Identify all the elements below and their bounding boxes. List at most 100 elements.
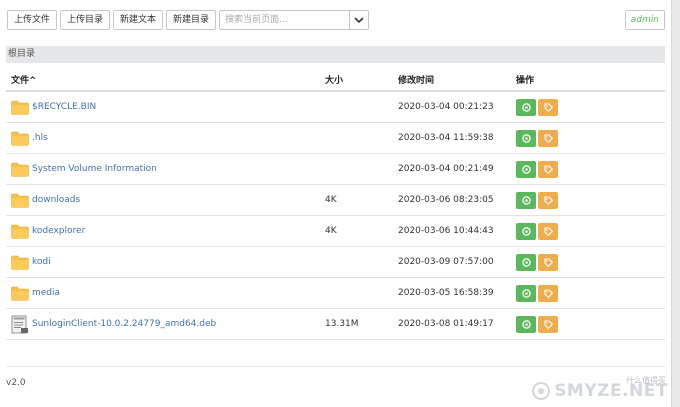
watermark-text: SMYZE.NET [554, 381, 668, 401]
open-button[interactable] [516, 253, 536, 271]
search-input[interactable] [219, 10, 350, 30]
table-row[interactable]: SunloginClient-10.0.2.24779_amd64.deb 13.… [6, 308, 665, 340]
new-dir-button[interactable]: 新建目录 [166, 10, 217, 30]
cell-mtime: 2020-03-09 07:57:00 [393, 246, 511, 278]
open-icon [521, 133, 531, 143]
file-link[interactable]: SunloginClient-10.0.2.24779_amd64.deb [32, 319, 216, 329]
open-button[interactable] [516, 284, 536, 302]
search-dropdown-button[interactable] [349, 10, 370, 30]
rename-button[interactable] [538, 253, 558, 271]
folder-icon [11, 162, 29, 177]
file-link[interactable]: kodi [32, 257, 51, 267]
table-row[interactable]: kodexplorer 4K 2020-03-06 10:44:43 [6, 215, 665, 247]
table-header-row: 文件^ 大小 修改时间 操作 [6, 68, 665, 92]
toolbar: 上传文件 上传目录 新建文本 新建目录 [7, 10, 370, 30]
cell-actions [511, 184, 665, 216]
tag-icon [543, 257, 553, 267]
cell-size: 4K [320, 184, 393, 216]
cell-actions [511, 153, 665, 185]
cell-actions [511, 246, 665, 278]
folder-icon [11, 131, 29, 146]
upload-dir-button[interactable]: 上传目录 [60, 10, 111, 30]
cell-mtime: 2020-03-06 10:44:43 [393, 215, 511, 247]
rename-button[interactable] [538, 191, 558, 209]
file-link[interactable]: downloads [32, 195, 80, 205]
file-link[interactable]: $RECYCLE.BIN [32, 102, 96, 112]
open-button[interactable] [516, 191, 536, 209]
search-group [219, 10, 370, 30]
folder-icon [11, 193, 29, 208]
table-row[interactable]: $RECYCLE.BIN 2020-03-04 00:21:23 [6, 91, 665, 123]
table-row[interactable]: media 2020-03-05 16:58:39 [6, 277, 665, 309]
footer-divider [6, 366, 665, 367]
chevron-down-icon [354, 16, 364, 23]
file-link[interactable]: kodexplorer [32, 226, 85, 236]
rename-button[interactable] [538, 129, 558, 147]
column-header-size[interactable]: 大小 [320, 68, 393, 92]
open-button[interactable] [516, 160, 536, 178]
cell-name: System Volume Information [6, 153, 320, 185]
column-header-name[interactable]: 文件^ [6, 68, 320, 92]
watermark: SMYZE.NET [532, 381, 668, 401]
open-button[interactable] [516, 129, 536, 147]
cell-size [320, 246, 393, 278]
page-scrollbar[interactable] [671, 0, 680, 407]
watermark-logo-icon [532, 382, 551, 400]
open-icon [521, 319, 531, 329]
folder-icon [11, 286, 29, 301]
file-manager-page: 上传文件 上传目录 新建文本 新建目录 admin 根目录 文件^ 大小 修改时… [0, 0, 680, 407]
cell-mtime: 2020-03-04 11:59:38 [393, 122, 511, 154]
open-button[interactable] [516, 98, 536, 116]
rename-button[interactable] [538, 98, 558, 116]
cell-size: 4K [320, 215, 393, 247]
file-link[interactable]: .hls [32, 133, 48, 143]
cell-name: kodexplorer [6, 215, 320, 247]
rename-button[interactable] [538, 160, 558, 178]
table-row[interactable]: downloads 4K 2020-03-06 08:23:05 [6, 184, 665, 216]
upload-file-button[interactable]: 上传文件 [7, 10, 58, 30]
cell-actions [511, 215, 665, 247]
tag-icon [543, 288, 553, 298]
version-label: v2.0 [6, 378, 26, 388]
cell-size [320, 153, 393, 185]
cell-name: media [6, 277, 320, 309]
open-button[interactable] [516, 315, 536, 333]
tag-icon [543, 102, 553, 112]
cell-size [320, 122, 393, 154]
open-icon [521, 257, 531, 267]
open-button[interactable] [516, 222, 536, 240]
rename-button[interactable] [538, 222, 558, 240]
cell-actions [511, 277, 665, 309]
open-icon [521, 288, 531, 298]
cell-actions [511, 308, 665, 340]
file-table: 文件^ 大小 修改时间 操作 $RECYCLE.BIN 2020-03-04 00… [6, 68, 665, 340]
open-icon [521, 226, 531, 236]
file-link[interactable]: System Volume Information [32, 164, 157, 174]
cell-actions [511, 91, 665, 123]
cell-name: downloads [6, 184, 320, 216]
column-header-actions: 操作 [511, 68, 665, 92]
new-text-button[interactable]: 新建文本 [113, 10, 164, 30]
cell-name: .hls [6, 122, 320, 154]
table-row[interactable]: .hls 2020-03-04 11:59:38 [6, 122, 665, 154]
user-badge[interactable]: admin [624, 10, 665, 30]
tag-icon [543, 164, 553, 174]
table-row[interactable]: kodi 2020-03-09 07:57:00 [6, 246, 665, 278]
cell-mtime: 2020-03-04 00:21:23 [393, 91, 511, 123]
cell-mtime: 2020-03-04 00:21:49 [393, 153, 511, 185]
cell-size [320, 277, 393, 309]
open-icon [521, 164, 531, 174]
rename-button[interactable] [538, 315, 558, 333]
cell-name: SunloginClient-10.0.2.24779_amd64.deb [6, 308, 320, 340]
table-row[interactable]: System Volume Information 2020-03-04 00:2… [6, 153, 665, 185]
breadcrumb[interactable]: 根目录 [6, 46, 665, 63]
cell-name: $RECYCLE.BIN [6, 91, 320, 123]
file-icon [11, 315, 28, 333]
cell-mtime: 2020-03-05 16:58:39 [393, 277, 511, 309]
column-header-mtime[interactable]: 修改时间 [393, 68, 511, 92]
open-icon [521, 102, 531, 112]
tag-icon [543, 133, 553, 143]
rename-button[interactable] [538, 284, 558, 302]
tag-icon [543, 319, 553, 329]
file-link[interactable]: media [32, 288, 60, 298]
